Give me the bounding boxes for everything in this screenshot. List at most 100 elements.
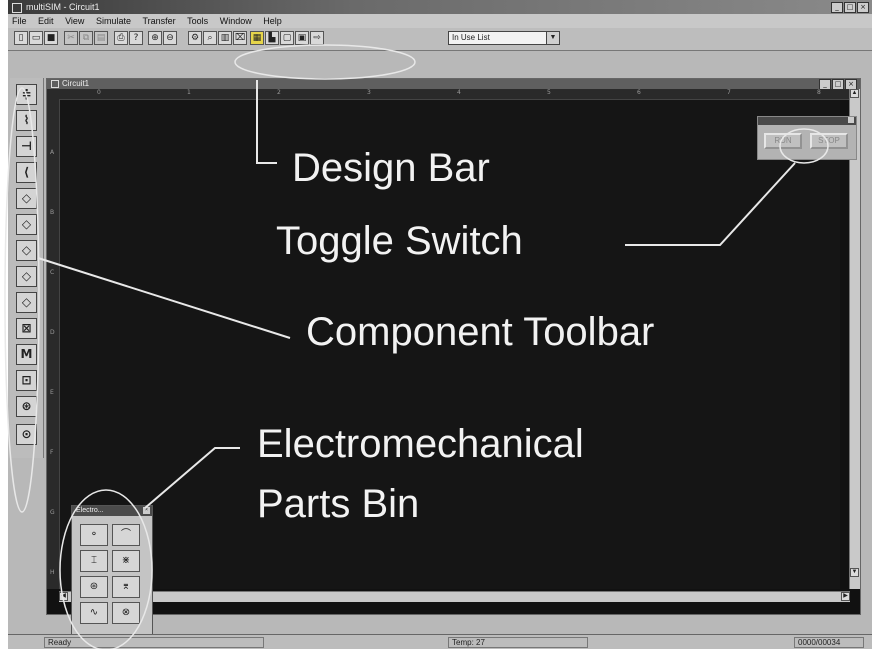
scroll-left-icon[interactable]: ◀ [59, 592, 68, 601]
zoom-out-button[interactable]: ⊖ [163, 31, 177, 45]
menu-transfer[interactable]: Transfer [142, 16, 175, 26]
maximize-button[interactable]: □ [844, 2, 856, 13]
menu-edit[interactable]: Edit [38, 16, 54, 26]
design-vhdl-button[interactable]: ▙ [265, 31, 279, 45]
menu-view[interactable]: View [65, 16, 84, 26]
diodes-bin-button[interactable]: ⊣ [16, 136, 37, 157]
ruler-v-tick: D [50, 329, 55, 336]
transistors-bin-button[interactable]: ⟨ [16, 162, 37, 183]
timed-contact-part[interactable]: ⋇ [112, 550, 140, 572]
menu-simulate[interactable]: Simulate [96, 16, 131, 26]
ruler-v-tick: B [50, 209, 55, 216]
title-bar: multiSIM - Circuit1 _ □ × [8, 0, 872, 14]
app-icon [12, 3, 22, 13]
new-file-button[interactable]: ▯ [14, 31, 28, 45]
coil-relay-part[interactable]: ⊛ [80, 576, 108, 598]
menu-help[interactable]: Help [263, 16, 282, 26]
ruler-h-tick: 6 [637, 89, 641, 96]
mixed-ics-bin-button[interactable]: ◇ [16, 214, 37, 235]
ruler-h-tick: 0 [97, 89, 101, 96]
in-use-list-label: In Use List [452, 33, 490, 42]
design-postprocessor-button[interactable]: ▦ [250, 31, 264, 45]
rf-bin-button[interactable]: ⊛ [16, 396, 37, 417]
open-file-button[interactable]: ▭ [29, 31, 43, 45]
toggle-title-bar [758, 117, 856, 125]
circuit-icon [51, 80, 59, 88]
window-controls: _ □ × [831, 2, 869, 13]
ruler-h-tick: 2 [277, 89, 281, 96]
vertical-scrollbar[interactable]: ▲ ▼ [849, 89, 860, 589]
digital-ics-bin-button[interactable]: ◇ [16, 240, 37, 261]
menu-window[interactable]: Window [220, 16, 252, 26]
main-toolbar: ▯ ▭ ■ ✂ ⧉ ▤ ⎙ ? ⊕ ⊖ ⚙ ⌕ ▥ ⌧ ▦ ▙ ▢ ▣ ⇨ In… [8, 28, 872, 51]
indicators-bin-button[interactable]: ⊠ [16, 318, 37, 339]
zoom-in-button[interactable]: ⊕ [148, 31, 162, 45]
momentary-switch-part[interactable]: ⌒ [112, 524, 140, 546]
circuit-title: Circuit1 [62, 79, 90, 88]
run-button[interactable]: RUN [764, 133, 802, 149]
parts-bin-title-bar: Electro... × [72, 506, 152, 516]
ruler-h-tick: 8 [817, 89, 821, 96]
horizontal-ruler: 0 1 2 3 4 5 6 7 8 [47, 89, 860, 100]
ruler-h-tick: 3 [367, 89, 371, 96]
output-device-part[interactable]: ⊗ [112, 602, 140, 624]
protection-device-part[interactable]: ∿ [80, 602, 108, 624]
basic-bin-button[interactable]: ⌇ [16, 110, 37, 131]
design-zoom-button[interactable]: ⌕ [203, 31, 217, 45]
electromechanical-bin-button[interactable]: ⊙ [16, 424, 37, 445]
vertical-ruler: A B C D E F G H [47, 99, 60, 589]
close-button[interactable]: × [857, 2, 869, 13]
design-component-button[interactable]: ⚙ [188, 31, 202, 45]
simulate-toggle-switch: RUN STOP [757, 116, 857, 160]
parts-bin-label-line2: Parts Bin [257, 482, 420, 526]
parts-bin-label-line1: Electromechanical [257, 422, 584, 466]
digital-bin-button[interactable]: ◇ [16, 292, 37, 313]
sources-bin-button[interactable]: ≑ [16, 84, 37, 105]
analog-ics-bin-button[interactable]: ◇ [16, 188, 37, 209]
scroll-right-icon[interactable]: ▶ [841, 592, 850, 601]
toggle-switch-label: Toggle Switch [276, 219, 523, 263]
in-use-list-dropdown[interactable]: In Use List ▼ [448, 31, 560, 45]
window-title: multiSIM - Circuit1 [26, 2, 100, 12]
design-transfer-button[interactable]: ⇨ [310, 31, 324, 45]
ruler-v-tick: G [50, 509, 55, 516]
parts-bin-close-icon[interactable]: × [143, 507, 150, 514]
electromechanical-parts-bin: Electro... × ⚬ ⌒ ⌶ ⋇ ⊛ ⌆ ∿ ⊗ [71, 505, 153, 635]
design-instruments-button[interactable]: ▣ [295, 31, 309, 45]
horizontal-scrollbar[interactable]: ◀ ▶ [59, 591, 850, 602]
line-transformer-part[interactable]: ⌆ [112, 576, 140, 598]
stop-button[interactable]: STOP [810, 133, 848, 149]
paste-button[interactable]: ▤ [94, 31, 108, 45]
ruler-v-tick: F [50, 449, 54, 456]
ruler-v-tick: H [50, 569, 55, 576]
cut-button[interactable]: ✂ [64, 31, 78, 45]
sensing-switch-part[interactable]: ⚬ [80, 524, 108, 546]
toggle-close-icon[interactable] [848, 117, 854, 123]
time-readout: 0000/00034 [794, 637, 864, 648]
chevron-down-icon[interactable]: ▼ [546, 32, 559, 44]
menu-file[interactable]: File [12, 16, 27, 26]
design-bar-label: Design Bar [292, 146, 490, 190]
logic-gates-bin-button[interactable]: ◇ [16, 266, 37, 287]
save-button[interactable]: ■ [44, 31, 58, 45]
design-analysis-button[interactable]: ⌧ [233, 31, 247, 45]
circuit-title-bar: Circuit1 _ □ × [47, 79, 860, 90]
ruler-h-tick: 7 [727, 89, 731, 96]
minimize-button[interactable]: _ [831, 2, 843, 13]
ruler-v-tick: E [50, 389, 54, 396]
design-report-button[interactable]: ▢ [280, 31, 294, 45]
status-text: Ready [44, 637, 264, 648]
design-graph-button[interactable]: ▥ [218, 31, 232, 45]
print-button[interactable]: ⎙ [114, 31, 128, 45]
scroll-down-icon[interactable]: ▼ [850, 568, 859, 577]
ruler-h-tick: 4 [457, 89, 461, 96]
supplementary-contact-part[interactable]: ⌶ [80, 550, 108, 572]
parts-bin-title: Electro... [76, 507, 104, 514]
copy-button[interactable]: ⧉ [79, 31, 93, 45]
scroll-up-icon[interactable]: ▲ [850, 89, 859, 98]
controls-bin-button[interactable]: ⊡ [16, 370, 37, 391]
miscellaneous-bin-button[interactable]: M [16, 344, 37, 365]
status-bar: Ready Temp: 27 0000/00034 [8, 634, 872, 649]
help-button[interactable]: ? [129, 31, 143, 45]
menu-tools[interactable]: Tools [187, 16, 208, 26]
